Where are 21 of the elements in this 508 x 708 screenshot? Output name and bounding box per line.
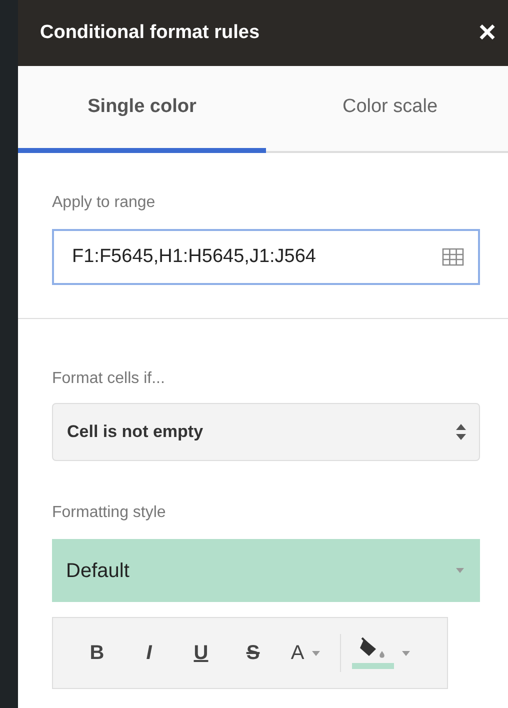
field-label: Apply to range [52, 193, 156, 213]
caret-icon [456, 568, 464, 573]
sort-arrows-icon [455, 423, 467, 441]
caret-icon [312, 650, 320, 656]
tab[interactable]: Single color [18, 66, 266, 153]
text-color-button[interactable]: A [279, 634, 341, 672]
tab[interactable]: Color scale [266, 66, 508, 153]
style-select[interactable]: Default [52, 539, 480, 602]
format-button[interactable]: I [123, 634, 175, 672]
format-button[interactable]: S [227, 634, 279, 672]
format-button[interactable]: U [175, 634, 227, 672]
field-label: Formatting style [52, 503, 167, 523]
grid-icon[interactable] [442, 248, 464, 266]
field-label: Format cells if... [52, 369, 166, 389]
range-input[interactable]: F1:F5645,H1:H5645,J1:J564 [52, 229, 480, 285]
condition-select[interactable]: Cell is not empty [52, 403, 480, 461]
close-button[interactable]: × [478, 18, 496, 48]
caret-icon [402, 650, 410, 656]
panel-title: Conditional format rules [40, 20, 260, 45]
range-value: F1:F5645,H1:H5645,J1:J564 [72, 244, 316, 269]
format-button[interactable]: B [71, 634, 123, 672]
